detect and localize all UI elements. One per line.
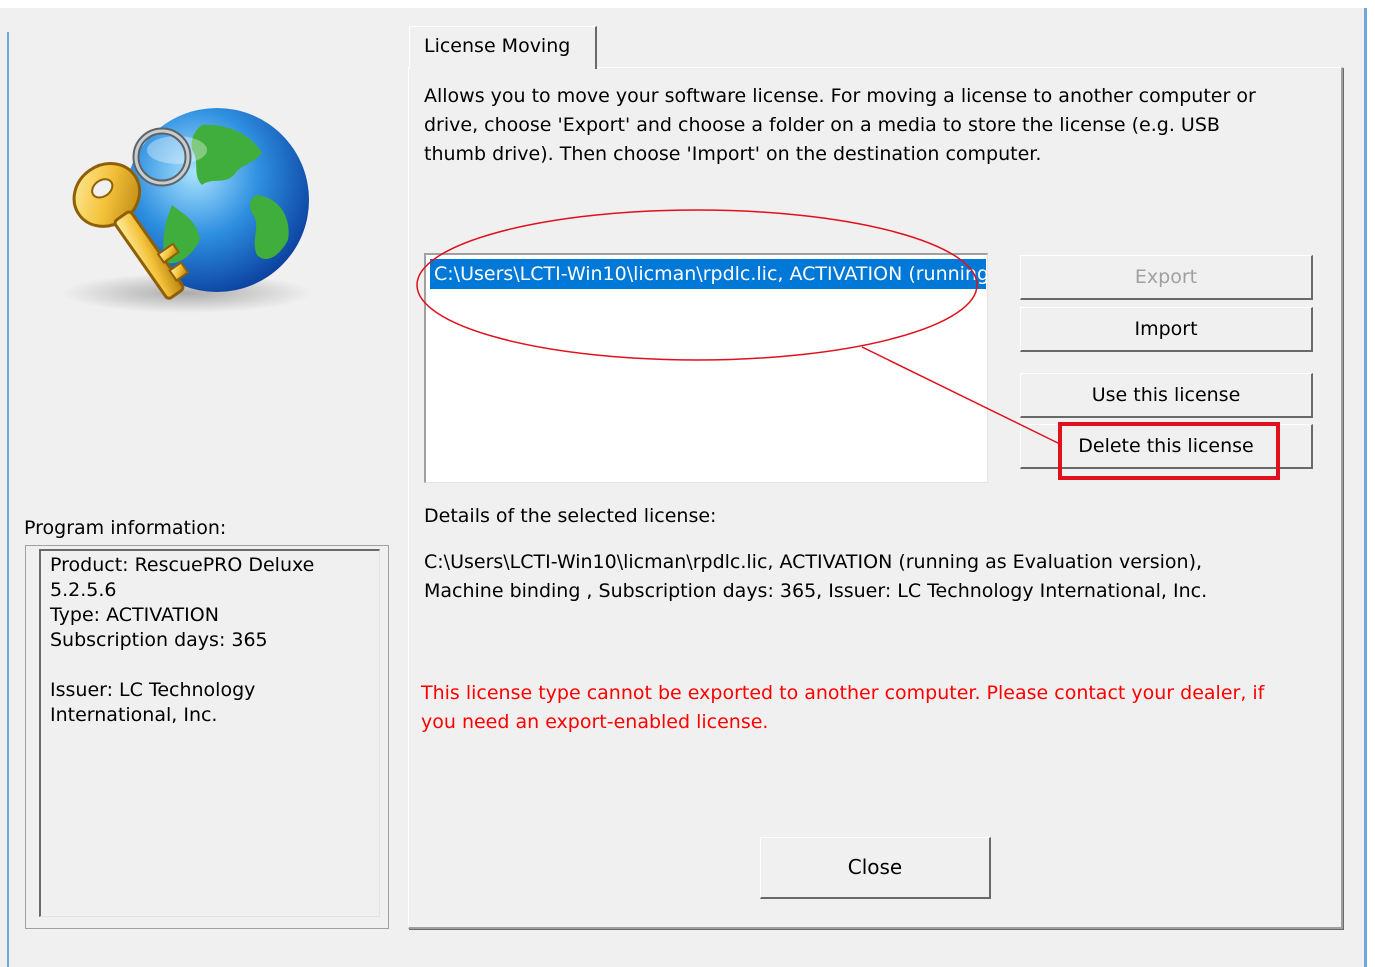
program-info-label: Program information: [24, 517, 227, 539]
subscription-days: Subscription days: 365 [50, 629, 268, 651]
use-license-button[interactable]: Use this license [1020, 373, 1313, 418]
license-type: Type: ACTIVATION [50, 604, 219, 626]
description-line: Allows you to move your software license… [424, 85, 1256, 107]
warning-line: This license type cannot be exported to … [421, 682, 1265, 704]
delete-license-button[interactable]: Delete this license [1020, 424, 1313, 469]
license-details: C:\Users\LCTI-Win10\licman\rpdlc.lic, AC… [424, 548, 1329, 606]
description-line: thumb drive). Then choose 'Import' on th… [424, 143, 1042, 165]
description-text: Allows you to move your software license… [424, 82, 1329, 169]
window-top-edge [0, 0, 1375, 8]
close-button[interactable]: Close [760, 837, 991, 899]
import-button[interactable]: Import [1020, 307, 1313, 352]
window-outside-right [1367, 0, 1375, 967]
tab-license-moving[interactable]: License Moving [409, 26, 597, 69]
license-list-item-selected[interactable]: C:\Users\LCTI-Win10\licman\rpdlc.lic, AC… [430, 259, 986, 289]
key-globe-icon [62, 108, 312, 313]
product-line: Product: RescuePRO Deluxe [50, 554, 315, 576]
export-warning: This license type cannot be exported to … [421, 679, 1326, 737]
tab-panel-license-moving [408, 67, 1343, 929]
product-version: 5.2.5.6 [50, 579, 117, 601]
issuer-line-2: International, Inc. [50, 704, 218, 726]
license-list[interactable]: C:\Users\LCTI-Win10\licman\rpdlc.lic, AC… [424, 253, 988, 483]
details-label: Details of the selected license: [424, 505, 717, 527]
warning-line: you need an export-enabled license. [421, 711, 769, 733]
description-line: drive, choose 'Export' and choose a fold… [424, 114, 1220, 136]
issuer-line: Issuer: LC Technology [50, 679, 256, 701]
export-button[interactable]: Export [1020, 255, 1313, 300]
window-border-left [7, 32, 9, 967]
tab-label: License Moving [424, 35, 571, 57]
program-info-content: Product: RescuePRO Deluxe 5.2.5.6 Type: … [50, 553, 370, 728]
details-line: C:\Users\LCTI-Win10\licman\rpdlc.lic, AC… [424, 551, 1203, 573]
details-line: Machine binding , Subscription days: 365… [424, 580, 1208, 602]
